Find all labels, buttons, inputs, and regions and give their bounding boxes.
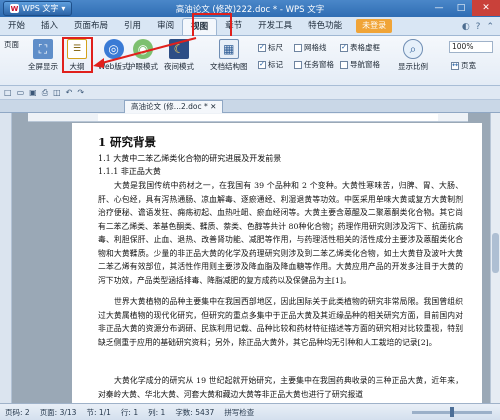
login-button[interactable]: 未登录 [356, 19, 393, 33]
paragraph-2: 世界大黄植物的品种主要集中在我国西部地区，因此国际关于此类植物的研究非常局限。我… [98, 297, 463, 347]
gridlines-checkbox-box[interactable] [294, 43, 302, 52]
markup-label: 标记 [268, 60, 283, 69]
status-spell-check[interactable]: 拼写检查 [224, 407, 254, 418]
left-navigation-strip [0, 113, 12, 403]
ruler-label: 标尺 [268, 43, 283, 52]
table-gridlines-checkbox-box[interactable]: ✓ [340, 43, 348, 52]
full-screen-icon: ⛶ [33, 39, 53, 59]
checkbox-navigation-pane[interactable]: 导航窗格 [340, 59, 380, 70]
ruler-checkbox-box[interactable]: ✓ [258, 43, 266, 52]
status-page: 页码: 2 [5, 407, 30, 417]
full-screen-label: 全屏显示 [28, 62, 58, 71]
skin-icon[interactable]: ◐ [462, 22, 470, 32]
checkbox-gridlines[interactable]: 网格线 [294, 42, 327, 53]
eye-protection-icon: ◉ [133, 39, 153, 59]
status-section: 节: 1/1 [86, 407, 111, 417]
navigation-pane-checkbox-box[interactable] [340, 60, 348, 69]
document-tab-label: 高油论文 (修...2.doc * [131, 102, 208, 111]
tab-special-features[interactable]: 特色功能 [300, 18, 350, 35]
wps-app-menu-button[interactable]: W WPS 文字 ▾ [3, 1, 73, 16]
status-bar: 页码: 2 页面: 3/13 节: 1/1 行: 1 列: 1 字数: 5437… [0, 403, 500, 420]
table-gridlines-label: 表格虚框 [350, 43, 380, 52]
document-map-icon: ▦ [218, 39, 239, 59]
horizontal-ruler[interactable] [28, 113, 468, 122]
night-mode-button[interactable]: ☾ 夜间模式 [164, 39, 194, 72]
heading-3: 1.1.1 非正品大黄 [98, 167, 161, 176]
outline-highlight-box [62, 37, 93, 73]
doc-structure-button[interactable]: ▦ 文档结构图 [210, 39, 248, 72]
checkbox-ruler[interactable]: ✓ 标尺 [258, 42, 283, 53]
menu-tab-bar: 开始 插入 页面布局 引用 审阅 视图 章节 开发工具 特色功能 未登录 ◐ ?… [0, 17, 500, 36]
paragraph-3: 大黄化学成分的研究从 19 世纪起就开始研究，主要集中在我国药典收录的三种正品大… [98, 376, 463, 399]
status-column: 列: 1 [148, 407, 166, 417]
save-icon[interactable]: ▣ [29, 88, 37, 97]
tab-home[interactable]: 开始 [0, 18, 33, 35]
vertical-scrollbar[interactable] [490, 113, 500, 403]
scrollbar-thumb[interactable] [492, 233, 499, 273]
page-view-button[interactable]: ▤ 页面 [4, 39, 96, 182]
open-folder-icon[interactable]: ▭ [17, 88, 25, 97]
app-name: WPS 文字 [22, 4, 59, 13]
display-ratio-label: 显示比例 [398, 62, 428, 71]
quick-access-toolbar: □ ▭ ▣ ⎙ ◫ ↶ ↷ [0, 86, 500, 100]
page-width-button[interactable]: ↔ 页宽 [451, 60, 476, 71]
redo-icon[interactable]: ↷ [77, 88, 84, 97]
magnifier-icon: ⌕ [403, 39, 423, 59]
gridlines-label: 网格线 [304, 43, 327, 52]
navigation-pane-label: 导航窗格 [350, 60, 380, 69]
zoom-slider[interactable] [412, 406, 492, 417]
status-pages: 页面: 3/13 [39, 407, 77, 417]
undo-icon[interactable]: ↶ [66, 88, 73, 97]
chevron-down-icon: ▾ [61, 4, 66, 13]
collapse-ribbon-icon[interactable]: ⌃ [486, 22, 494, 32]
tab-bar-right-icons: ◐ ? ⌃ [462, 22, 500, 35]
wps-logo-icon: W [10, 4, 19, 13]
page-view-label: 页面 [4, 40, 19, 49]
status-word-count[interactable]: 字数: 5437 [175, 407, 214, 418]
close-button[interactable]: ✕ [472, 0, 500, 16]
maximize-button[interactable]: □ [450, 0, 472, 16]
web-layout-icon: ◎ [103, 39, 124, 59]
checkbox-task-pane[interactable]: 任务窗格 [294, 59, 334, 70]
title-bar: W WPS 文字 ▾ 高油论文 (修改)222.doc * - WPS 文字 —… [0, 0, 500, 17]
zoom-value-field[interactable]: 100% [449, 41, 493, 53]
page-width-icon: ↔ [451, 61, 459, 70]
document-tab[interactable]: 高油论文 (修...2.doc * ✕ [124, 100, 224, 113]
eye-mode-label: 护眼模式 [128, 62, 158, 71]
close-tab-icon[interactable]: ✕ [210, 102, 216, 111]
checkbox-table-gridlines[interactable]: ✓ 表格虚框 [340, 42, 380, 53]
display-ratio-button[interactable]: ⌕ 显示比例 [398, 39, 428, 72]
web-layout-label: Web版式 [98, 62, 130, 71]
tab-references[interactable]: 引用 [116, 18, 149, 35]
markup-checkbox-box[interactable]: ✓ [258, 60, 266, 69]
tab-page-layout[interactable]: 页面布局 [66, 18, 116, 35]
eye-mode-button[interactable]: ◉ 护眼模式 [128, 39, 158, 72]
document-tab-bar: 高油论文 (修...2.doc * ✕ [0, 100, 500, 113]
heading-1: 1 研究背景 [98, 135, 157, 149]
checkbox-markup[interactable]: ✓ 标记 [258, 59, 283, 70]
paragraph-1: 大黄是我国传统中药材之一，在我国有 39 个品种和 2 个变种。大黄性寒味苦，归… [98, 181, 463, 285]
window-title: 高油论文 (修改)222.doc * - WPS 文字 [175, 4, 325, 15]
minimize-button[interactable]: — [428, 0, 450, 16]
tab-developer[interactable]: 开发工具 [250, 18, 300, 35]
status-line: 行: 1 [120, 407, 139, 417]
document-page[interactable]: 1 研究背景 1.1 大黄中二苯乙烯类化合物的研究进展及开发前景 1.1.1 非… [72, 123, 482, 403]
print-icon[interactable]: ⎙ [42, 88, 48, 98]
print-preview-icon[interactable]: ◫ [53, 88, 61, 97]
new-document-icon[interactable]: □ [4, 88, 12, 97]
page-width-label: 页宽 [461, 61, 476, 70]
help-icon[interactable]: ? [476, 22, 481, 32]
ruler-text-area [98, 114, 438, 121]
doc-structure-label: 文档结构图 [210, 62, 248, 71]
tab-review[interactable]: 审阅 [149, 18, 182, 35]
heading-2: 1.1 大黄中二苯乙烯类化合物的研究进展及开发前景 [98, 154, 282, 163]
tab-insert[interactable]: 插入 [33, 18, 66, 35]
task-pane-label: 任务窗格 [304, 60, 334, 69]
night-mode-moon-icon: ☾ [169, 39, 189, 59]
web-layout-button[interactable]: ◎ Web版式 [98, 39, 129, 72]
night-mode-label: 夜间模式 [164, 62, 194, 71]
full-screen-button[interactable]: ⛶ 全屏显示 [28, 39, 58, 72]
task-pane-checkbox-box[interactable] [294, 60, 302, 69]
window-controls: — □ ✕ [428, 0, 500, 17]
